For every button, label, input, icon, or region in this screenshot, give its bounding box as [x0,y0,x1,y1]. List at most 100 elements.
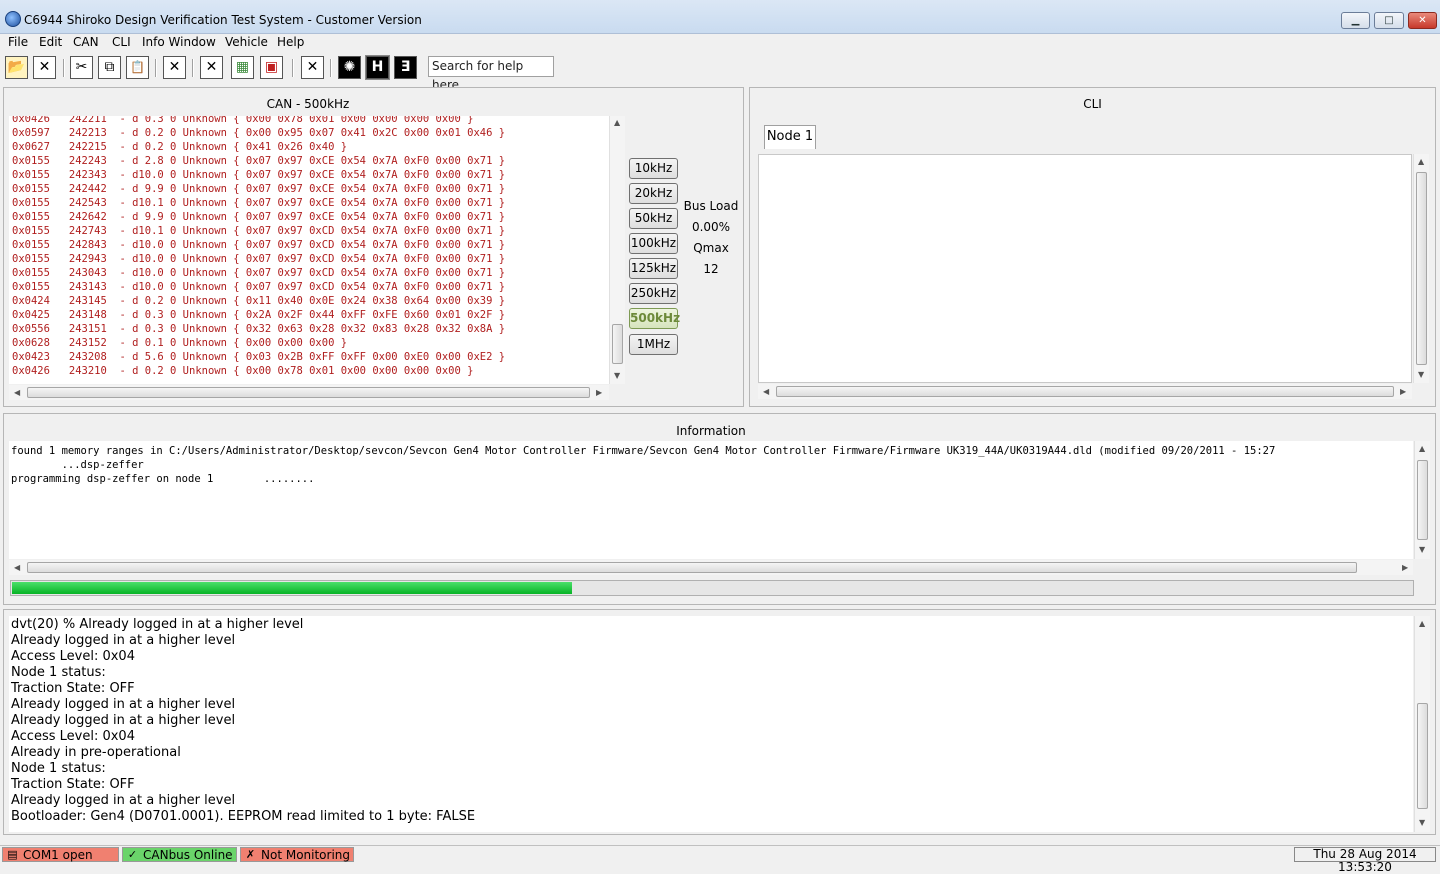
network-icon[interactable]: ▦ [231,56,254,79]
monitor-icon[interactable]: ▣ [260,56,283,79]
menu-info-window[interactable]: Info Window [142,35,216,49]
toolbar-separator [330,59,332,77]
rate-button-20khz[interactable]: 20kHz [629,183,678,204]
scroll-right-arrow-icon[interactable]: ▶ [1402,563,1408,572]
tab-node-1[interactable]: Node 1 [764,125,816,149]
can-vertical-scrollbar[interactable]: ▲ ▼ [609,116,625,384]
toolbar-separator [292,59,294,77]
information-text-area[interactable]: found 1 memory ranges in C:/Users/Admini… [9,441,1413,559]
scroll-up-arrow-icon[interactable]: ▲ [1419,619,1425,628]
monitoring-status-text: Not Monitoring [261,848,351,862]
cli-scroll-thumb[interactable] [1416,172,1427,365]
scroll-right-arrow-icon[interactable]: ▶ [1400,387,1406,396]
scroll-up-arrow-icon[interactable]: ▲ [1419,444,1425,453]
scroll-down-arrow-icon[interactable]: ▼ [614,371,620,380]
menu-file[interactable]: File [8,35,28,49]
gear-icon[interactable]: ✺ [338,56,361,79]
paste-icon[interactable]: 📋 [126,56,149,79]
can-message-row: 0x0155 242642 - d 9.9 0 Unknown { 0x07 0… [12,211,506,223]
can-message-row: 0x0426 242211 - d 0.3 0 Unknown { 0x00 0… [12,116,474,125]
date-time: Thu 28 Aug 2014 13:53:20 [1294,847,1436,874]
menu-edit[interactable]: Edit [39,35,62,49]
scroll-down-arrow-icon[interactable]: ▼ [1418,370,1424,379]
rate-button-10khz[interactable]: 10kHz [629,158,678,179]
scroll-left-arrow-icon[interactable]: ◀ [14,388,20,397]
rate-button-50khz[interactable]: 50kHz [629,208,678,229]
bus-load-value: 0.00% [691,220,731,234]
info-vertical-scrollbar[interactable]: ▲ ▼ [1414,441,1430,559]
close-icon[interactable]: ✕ [163,56,186,79]
toolbar-separator [192,59,194,77]
help-search-input[interactable]: Search for help here. [428,56,554,92]
close-icon[interactable]: ✕ [200,56,223,79]
log-vertical-scrollbar[interactable]: ▲ ▼ [1414,616,1430,832]
close-icon[interactable]: ✕ [33,56,56,79]
scroll-right-arrow-icon[interactable]: ▶ [596,388,602,397]
log-line: Access Level: 0x04 [11,649,135,664]
can-horizontal-scrollbar[interactable]: ◀ ▶ [9,385,609,400]
log-scroll-thumb[interactable] [1417,703,1428,809]
close-window-button[interactable]: ✕ [1408,12,1437,29]
log-line: dvt(20) % Already logged in at a higher … [11,617,304,632]
can-message-list[interactable]: 0x0426 242211 - d 0.3 0 Unknown { 0x00 0… [9,116,609,384]
cli-hscroll-thumb[interactable] [776,386,1394,397]
cli-content-area[interactable] [758,154,1412,383]
info-line: programming dsp-zeffer on node 1 .......… [11,473,315,485]
canbus-status-text: CANbus Online [143,848,233,862]
scroll-up-arrow-icon[interactable]: ▲ [1418,157,1424,166]
can-message-row: 0x0628 243152 - d 0.1 0 Unknown { 0x00 0… [12,337,348,349]
toolbar-separator [155,59,157,77]
status-bar: ▤ COM1 open ✓ CANbus Online ✗ Not Monito… [0,845,1440,874]
copy-icon[interactable]: ⧉ [98,56,121,79]
cut-icon[interactable]: ✂ [70,56,93,79]
info-hscroll-thumb[interactable] [27,562,1357,573]
can-message-row: 0x0155 242743 - d10.1 0 Unknown { 0x07 0… [12,225,506,237]
scroll-left-arrow-icon[interactable]: ◀ [763,387,769,396]
e-icon[interactable]: Ǝ [394,56,417,79]
can-message-row: 0x0155 243043 - d10.0 0 Unknown { 0x07 0… [12,267,506,279]
log-line: Already logged in at a higher level [11,793,236,808]
menu-cli[interactable]: CLI [112,35,131,49]
checkmark-icon: ✓ [127,848,138,861]
bus-load-label: Bus Load [683,199,739,213]
minimize-button[interactable]: ▁ [1341,12,1370,29]
scroll-down-arrow-icon[interactable]: ▼ [1419,545,1425,554]
open-folder-icon[interactable]: 📂 [5,56,28,79]
scroll-up-arrow-icon[interactable]: ▲ [614,118,620,127]
menu-can[interactable]: CAN [73,35,99,49]
com-port-status-text: COM1 open [23,848,93,862]
monitoring-status: ✗ Not Monitoring [240,847,354,862]
information-panel-title: Information [676,424,746,438]
scroll-down-arrow-icon[interactable]: ▼ [1419,818,1425,827]
rate-button-100khz[interactable]: 100kHz [629,233,678,254]
info-scroll-thumb[interactable] [1417,460,1428,540]
programming-progress-bar [10,580,1414,596]
can-message-row: 0x0155 242442 - d 9.9 0 Unknown { 0x07 0… [12,183,506,195]
log-line: Node 1 status: [11,665,106,680]
cli-log-area[interactable]: dvt(20) % Already logged in at a higher … [9,616,1413,832]
can-scroll-thumb[interactable] [612,324,623,364]
info-horizontal-scrollbar[interactable]: ◀ ▶ [9,560,1413,575]
can-message-row: 0x0155 242843 - d10.0 0 Unknown { 0x07 0… [12,239,506,251]
can-hscroll-thumb[interactable] [27,387,590,398]
rate-button-250khz[interactable]: 250kHz [629,283,678,304]
cli-vertical-scrollbar[interactable]: ▲ ▼ [1413,154,1429,383]
log-line: Traction State: OFF [11,681,135,696]
rate-button-125khz[interactable]: 125kHz [629,258,678,279]
rate-button-500khz[interactable]: 500kHz [629,308,680,329]
menu-vehicle[interactable]: Vehicle [225,35,268,49]
can-message-row: 0x0627 242215 - d 0.2 0 Unknown { 0x41 0… [12,141,348,153]
close-icon[interactable]: ✕ [301,56,324,79]
log-line: Bootloader: Gen4 (D0701.0001). EEPROM re… [11,809,476,824]
log-line: Already in pre-operational [11,745,181,760]
can-message-row: 0x0425 243148 - d 0.3 0 Unknown { 0x2A 0… [12,309,506,321]
cli-horizontal-scrollbar[interactable]: ◀ ▶ [758,384,1412,399]
scroll-left-arrow-icon[interactable]: ◀ [14,563,20,572]
h-icon[interactable]: H [365,55,390,80]
toolbar-separator [63,59,65,77]
rate-button-1mhz[interactable]: 1MHz [629,334,678,355]
can-message-row: 0x0155 242543 - d10.1 0 Unknown { 0x07 0… [12,197,506,209]
menu-help[interactable]: Help [277,35,304,49]
maximize-button[interactable]: □ [1374,12,1404,29]
can-message-row: 0x0556 243151 - d 0.3 0 Unknown { 0x32 0… [12,323,506,335]
